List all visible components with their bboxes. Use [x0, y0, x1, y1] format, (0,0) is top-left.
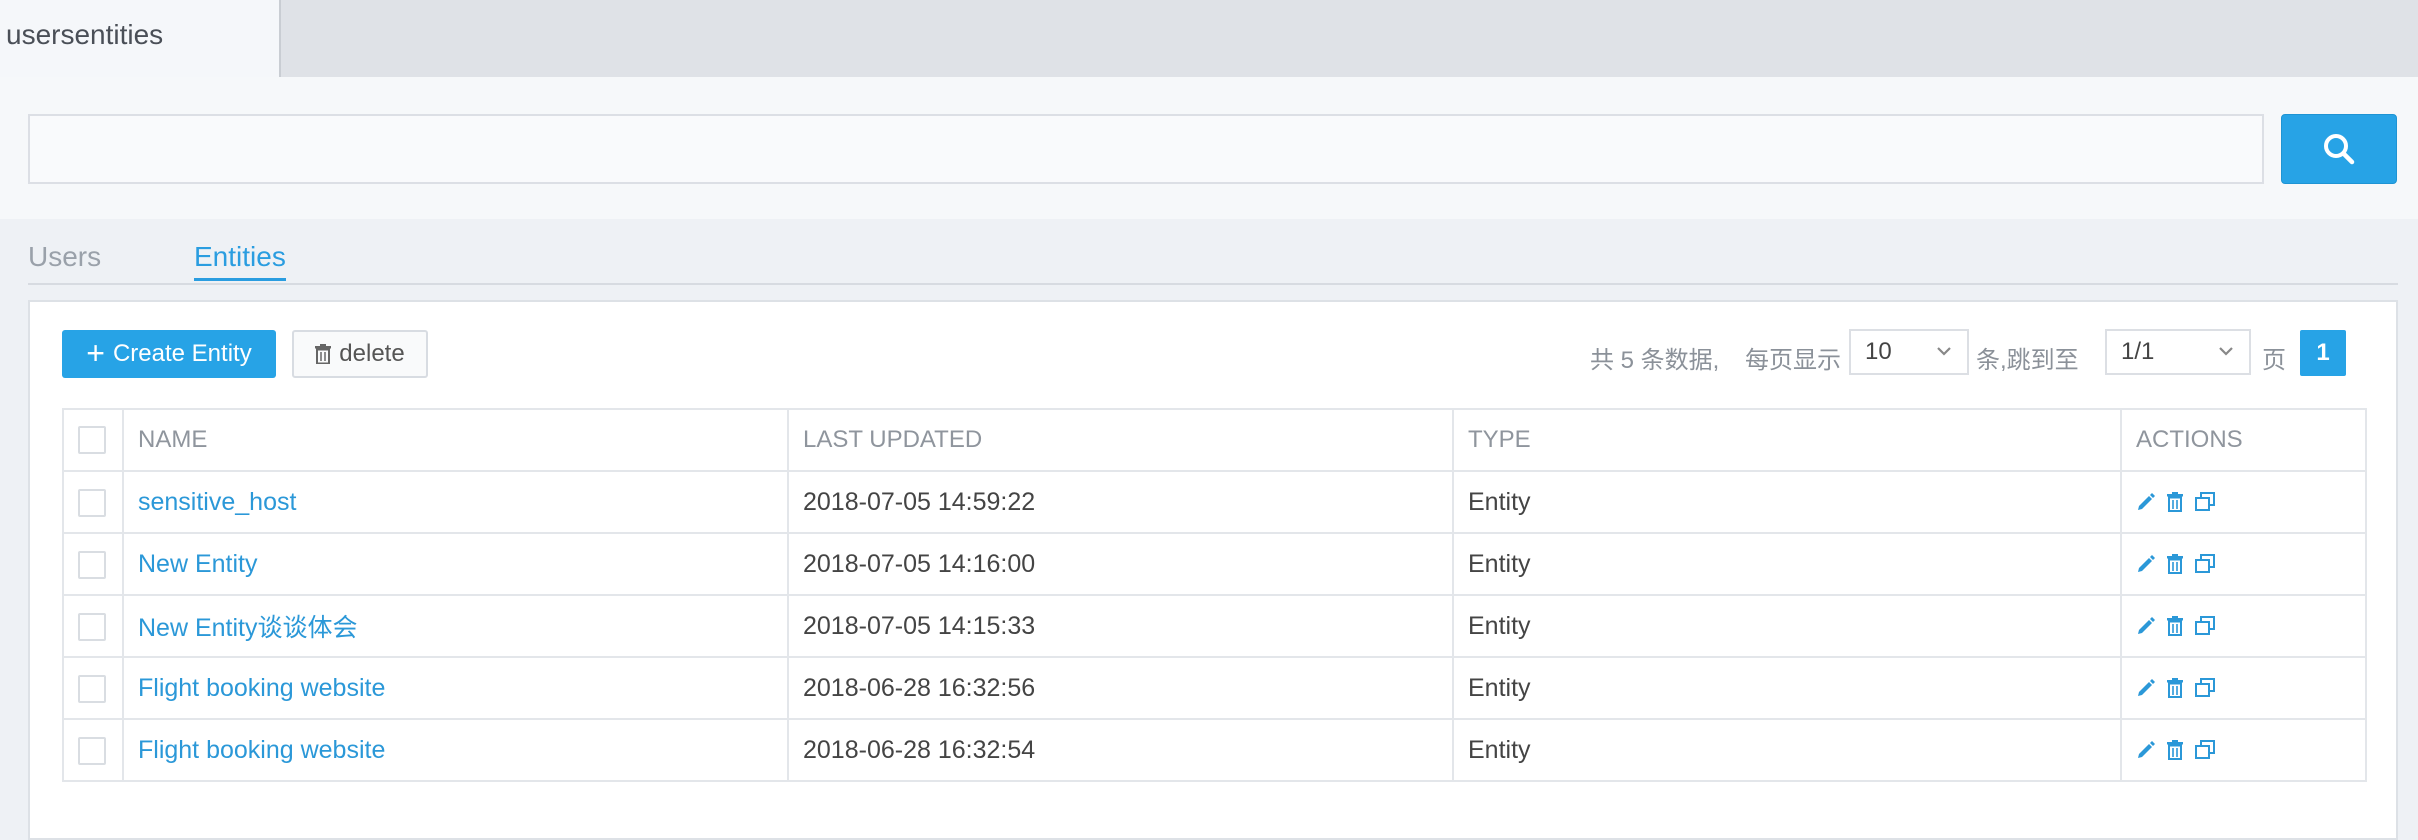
last-updated-cell: 2018-06-28 16:32:54 — [787, 718, 1454, 782]
column-header-last-updated[interactable]: LAST UPDATED — [787, 408, 1454, 472]
tab-usersentities[interactable]: usersentities — [0, 0, 281, 77]
table-row: Flight booking website 2018-06-28 16:32:… — [62, 656, 2367, 720]
type-cell: Entity — [1452, 718, 2122, 782]
row-actions — [2136, 678, 2351, 698]
trash-icon[interactable] — [2166, 616, 2184, 636]
section-tabs: Users Entities — [28, 219, 2398, 285]
column-header-type[interactable]: TYPE — [1452, 408, 2122, 472]
column-header-name[interactable]: NAME — [122, 408, 789, 472]
last-updated-cell: 2018-07-05 14:59:22 — [787, 470, 1454, 534]
row-actions — [2136, 492, 2351, 512]
select-all-checkbox[interactable] — [78, 426, 106, 455]
create-entity-label: Create Entity — [112, 340, 252, 367]
tab-users[interactable]: Users — [28, 241, 101, 273]
edit-icon[interactable] — [2136, 554, 2156, 574]
trash-icon[interactable] — [2166, 678, 2184, 698]
entity-name-link[interactable]: New Entity谈谈体会 — [138, 614, 357, 642]
entity-name-link[interactable]: New Entity — [138, 550, 257, 578]
row-actions — [2136, 740, 2351, 760]
table-row: sensitive_host 2018-07-05 14:59:22 Entit… — [62, 470, 2367, 534]
table-row: New Entity 2018-07-05 14:16:00 Entity — [62, 532, 2367, 596]
create-entity-button[interactable]: + Create Entity — [62, 330, 276, 378]
trash-icon — [315, 344, 332, 364]
last-updated-cell: 2018-07-05 14:16:00 — [787, 532, 1454, 596]
last-updated-cell: 2018-07-05 14:15:33 — [787, 594, 1454, 658]
select-all-cell — [62, 408, 124, 472]
table-row: New Entity谈谈体会 2018-07-05 14:15:33 Entit… — [62, 594, 2367, 658]
row-checkbox[interactable] — [78, 550, 106, 579]
row-actions — [2136, 554, 2351, 574]
delete-button[interactable]: delete — [292, 330, 428, 378]
copy-icon[interactable] — [2194, 678, 2216, 698]
copy-icon[interactable] — [2194, 740, 2216, 760]
row-checkbox[interactable] — [78, 488, 106, 517]
search-area — [0, 77, 2418, 219]
table-header-row: NAME LAST UPDATED TYPE ACTIONS — [62, 408, 2367, 472]
tab-entities[interactable]: Entities — [194, 241, 286, 281]
page-button-current[interactable]: 1 — [2300, 330, 2346, 376]
per-page-select[interactable]: 10 — [1849, 329, 1969, 375]
type-cell: Entity — [1452, 470, 2122, 534]
entities-table: NAME LAST UPDATED TYPE ACTIONS sensitive… — [62, 408, 2367, 782]
chevron-down-icon — [2217, 331, 2235, 387]
row-checkbox[interactable] — [78, 736, 106, 765]
search-input[interactable] — [28, 114, 2264, 184]
edit-icon[interactable] — [2136, 616, 2156, 636]
chevron-down-icon — [1935, 331, 1953, 387]
entity-name-link[interactable]: Flight booking website — [138, 674, 385, 702]
entities-panel: + Create Entity delete 共 5 条数据, 每页显示 10 … — [28, 300, 2398, 840]
entity-name-link[interactable]: Flight booking website — [138, 736, 385, 764]
last-updated-cell: 2018-06-28 16:32:56 — [787, 656, 1454, 720]
trash-icon[interactable] — [2166, 492, 2184, 512]
copy-icon[interactable] — [2194, 554, 2216, 574]
page-select[interactable]: 1/1 — [2105, 329, 2251, 375]
per-page-value: 10 — [1865, 338, 1892, 365]
plus-icon: + — [86, 334, 105, 371]
edit-icon[interactable] — [2136, 492, 2156, 512]
type-cell: Entity — [1452, 532, 2122, 596]
jump-to-label: 条,跳到至 — [1976, 347, 2079, 374]
row-actions — [2136, 616, 2351, 636]
page-suffix: 页 — [2262, 347, 2286, 374]
type-cell: Entity — [1452, 594, 2122, 658]
edit-icon[interactable] — [2136, 678, 2156, 698]
per-page-label: 每页显示 — [1745, 347, 1841, 374]
top-tab-bar: usersentities — [0, 0, 2418, 77]
search-icon — [2324, 134, 2355, 165]
type-cell: Entity — [1452, 656, 2122, 720]
column-header-actions: ACTIONS — [2120, 408, 2367, 472]
total-count-text: 共 5 条数据, — [1590, 347, 1720, 374]
entity-name-link[interactable]: sensitive_host — [138, 488, 296, 516]
page-select-value: 1/1 — [2121, 338, 2155, 365]
trash-icon[interactable] — [2166, 740, 2184, 760]
row-checkbox[interactable] — [78, 612, 106, 641]
delete-label: delete — [339, 340, 405, 367]
table-row: Flight booking website 2018-06-28 16:32:… — [62, 718, 2367, 782]
row-checkbox[interactable] — [78, 674, 106, 703]
trash-icon[interactable] — [2166, 554, 2184, 574]
edit-icon[interactable] — [2136, 740, 2156, 760]
copy-icon[interactable] — [2194, 616, 2216, 636]
search-button[interactable] — [2281, 114, 2397, 184]
copy-icon[interactable] — [2194, 492, 2216, 512]
